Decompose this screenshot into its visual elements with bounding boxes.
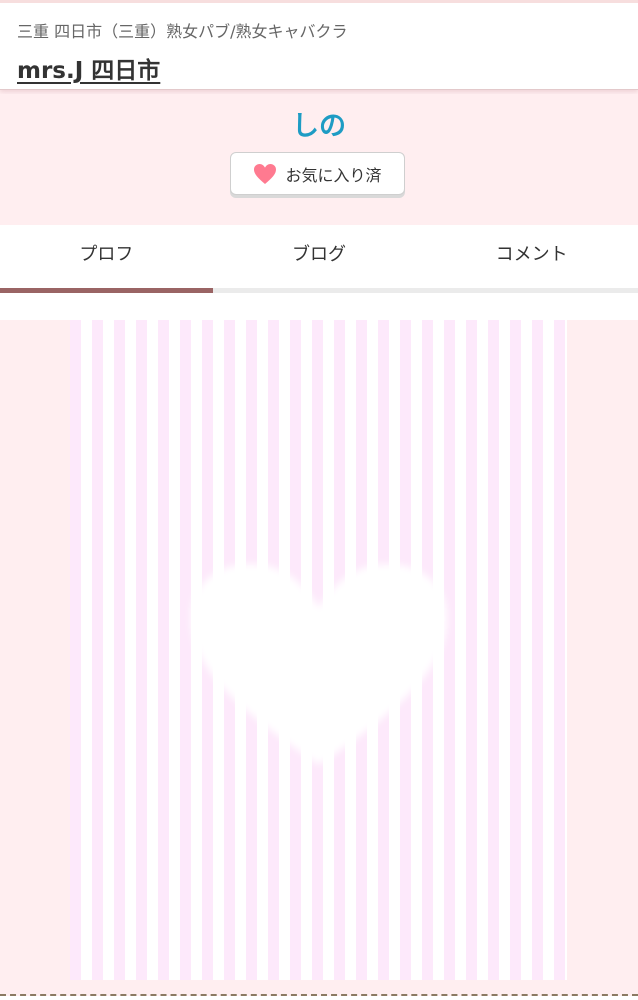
tab-blog-label: ブログ bbox=[292, 244, 346, 265]
tabs-spacer bbox=[0, 293, 638, 320]
shop-category: 三重 四日市（三重）熟女パブ/熟女キャバクラ bbox=[17, 22, 348, 41]
tab-profile[interactable]: プロフ bbox=[0, 225, 213, 293]
heart-icon bbox=[253, 163, 277, 185]
heart-placeholder-icon bbox=[191, 564, 447, 765]
photo-area bbox=[0, 320, 638, 992]
page: 三重 四日市（三重）熟女パブ/熟女キャバクラ mrs.J 四日市 しの お気に入… bbox=[0, 0, 638, 1000]
tab-blog[interactable]: ブログ bbox=[212, 225, 426, 293]
favorite-button[interactable]: お気に入り済 bbox=[230, 152, 405, 195]
girl-name: しの bbox=[292, 111, 346, 142]
profile-tabs: プロフ ブログ コメント bbox=[0, 225, 638, 293]
bottom-strip bbox=[0, 996, 638, 1000]
shop-name-link[interactable]: mrs.J 四日市 bbox=[17, 51, 160, 85]
profile-photo[interactable] bbox=[70, 320, 567, 980]
tab-comment-label: コメント bbox=[495, 244, 568, 265]
tab-comment[interactable]: コメント bbox=[425, 225, 638, 293]
shop-header: 三重 四日市（三重）熟女パブ/熟女キャバクラ mrs.J 四日市 bbox=[0, 0, 638, 90]
tab-profile-label: プロフ bbox=[79, 244, 134, 265]
favorite-button-label: お気に入り済 bbox=[285, 165, 382, 185]
